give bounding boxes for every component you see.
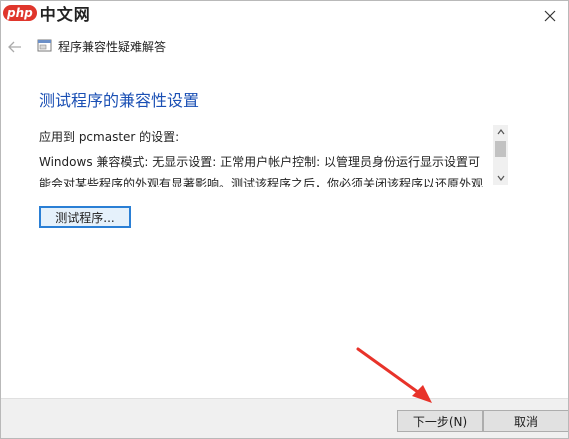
wizard-header: 程序兼容性疑难解答 [1, 33, 568, 61]
chevron-down-icon [497, 175, 504, 181]
chevron-up-icon [497, 129, 504, 135]
test-program-button[interactable]: 测试程序... [39, 206, 131, 228]
cancel-button[interactable]: 取消 [483, 410, 568, 432]
program-compat-icon [37, 39, 52, 52]
troubleshooter-window: php 中文网 程序兼容性疑难解答 测试程序的兼容性设置 Windows 兼容模… [0, 0, 569, 439]
close-button[interactable] [536, 5, 564, 27]
title-bar: php 中文网 [1, 1, 568, 31]
back-arrow-icon [8, 41, 21, 53]
scroll-thumb[interactable] [495, 141, 506, 157]
settings-scrollbar[interactable] [493, 125, 508, 185]
brand-badge: php [3, 5, 37, 21]
back-button[interactable] [5, 37, 25, 57]
scroll-down-button[interactable] [493, 171, 508, 185]
next-button[interactable]: 下一步(N) [397, 410, 483, 432]
wizard-title: 程序兼容性疑难解答 [58, 40, 167, 54]
settings-text: Windows 兼容模式: 无显示设置: 正常用户帐户控制: 以管理员身份运行显… [39, 155, 484, 187]
page-heading: 测试程序的兼容性设置 [39, 91, 200, 110]
close-icon [544, 10, 556, 22]
wizard-footer: 下一步(N) 取消 [1, 398, 568, 438]
brand-logo: php 中文网 [3, 2, 91, 24]
brand-text: 中文网 [39, 5, 91, 24]
applied-settings-label: 应用到 pcmaster 的设置: [39, 130, 180, 144]
scroll-up-button[interactable] [493, 125, 508, 139]
